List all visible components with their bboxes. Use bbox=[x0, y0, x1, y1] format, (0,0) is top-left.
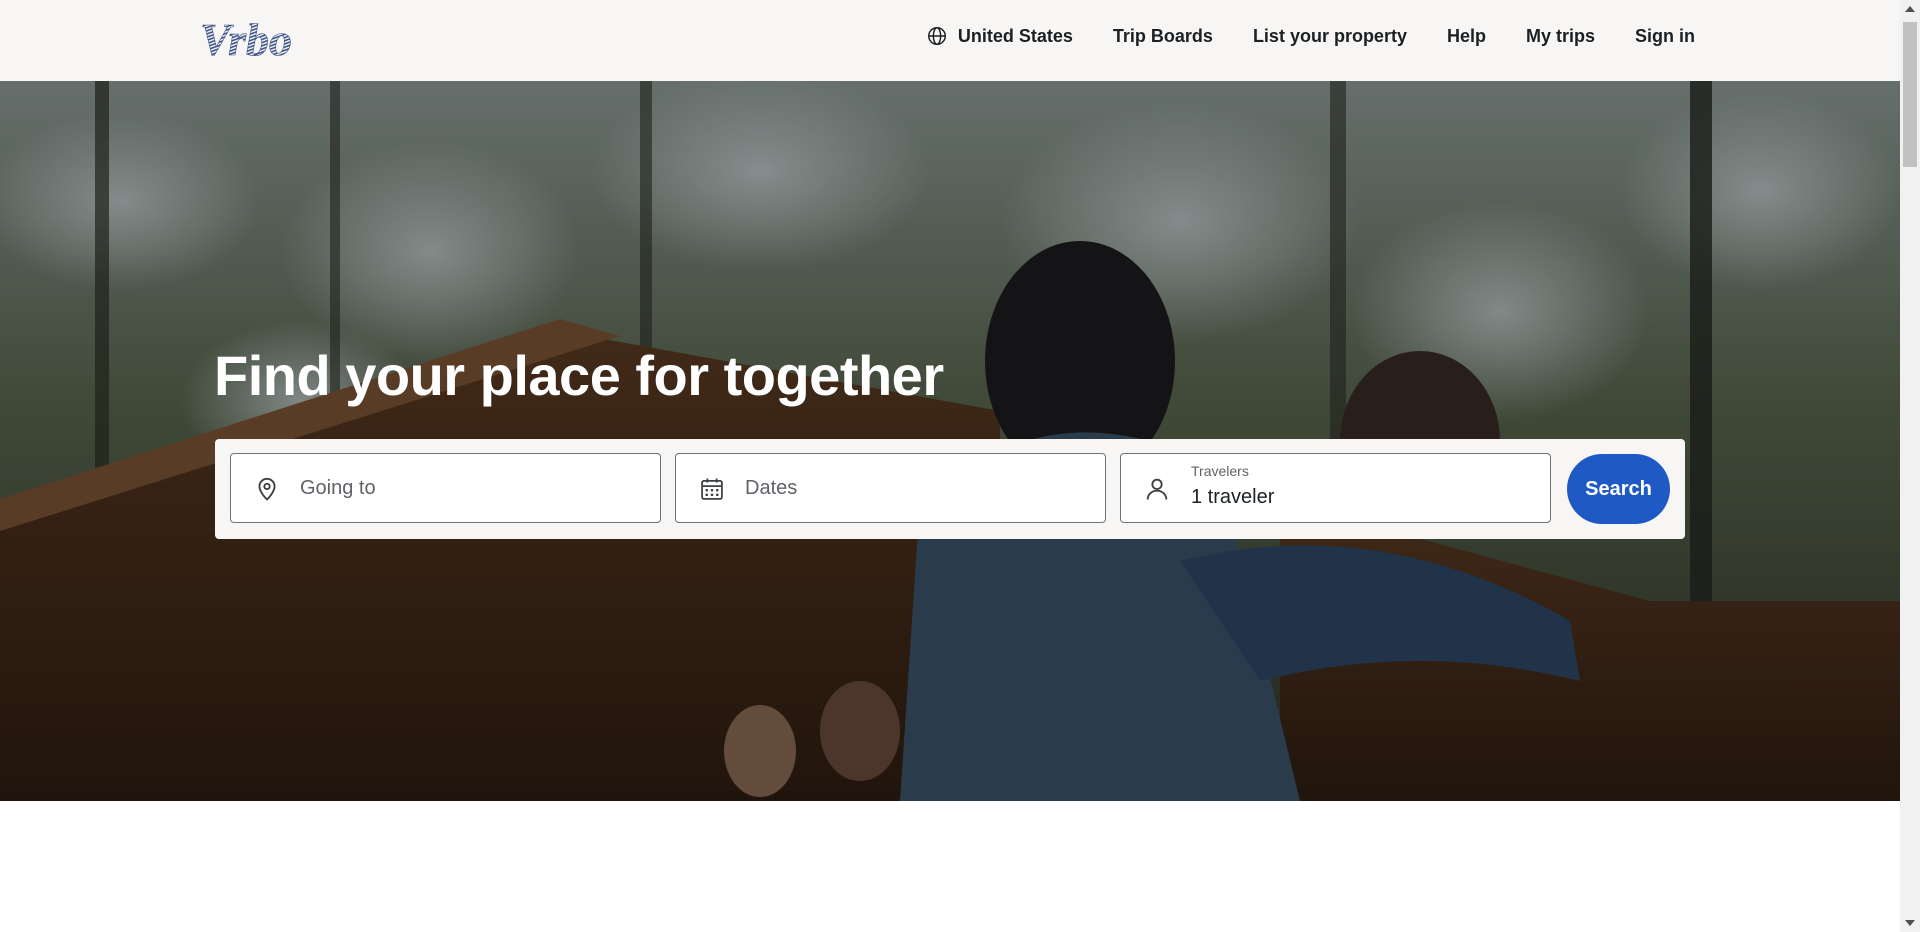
main-nav: United States Trip Boards List your prop… bbox=[926, 0, 1695, 72]
destination-placeholder: Going to bbox=[300, 477, 376, 499]
hero-section: Find your place for together Going to Da… bbox=[0, 81, 1900, 801]
nav-item-label: Sign in bbox=[1635, 25, 1695, 46]
scroll-down-arrow-icon[interactable] bbox=[1905, 920, 1915, 926]
nav-item-trip-boards[interactable]: Trip Boards bbox=[1113, 26, 1213, 47]
person-icon bbox=[1146, 478, 1168, 500]
travelers-value: 1 traveler bbox=[1191, 486, 1275, 508]
location-pin-icon bbox=[258, 477, 276, 501]
page: Vrbo United States Trip Boards List your… bbox=[0, 0, 1900, 932]
content-area bbox=[0, 801, 1900, 932]
dates-field[interactable]: Dates bbox=[675, 453, 1106, 523]
travelers-field[interactable]: Travelers 1 traveler bbox=[1120, 453, 1551, 523]
globe-icon bbox=[927, 27, 946, 45]
scroll-up-arrow-icon[interactable] bbox=[1905, 6, 1915, 12]
search-button[interactable]: Search bbox=[1567, 454, 1670, 524]
search-form: Going to Dates Travelers 1 traveler Sear… bbox=[215, 439, 1685, 539]
nav-item-list-property[interactable]: List your property bbox=[1253, 26, 1407, 47]
destination-field[interactable]: Going to bbox=[230, 453, 661, 523]
travelers-label: Travelers bbox=[1191, 463, 1249, 479]
nav-item-label: List your property bbox=[1252, 25, 1407, 46]
nav-item-sign-in[interactable]: Sign in bbox=[1635, 26, 1695, 47]
page-scrollbar[interactable] bbox=[1900, 0, 1920, 932]
hero-title: Find your place for together bbox=[214, 344, 944, 407]
nav-item-label: United States bbox=[957, 25, 1073, 46]
nav-item-label: My trips bbox=[1525, 25, 1595, 46]
dates-placeholder: Dates bbox=[745, 477, 798, 499]
nav-item-help[interactable]: Help bbox=[1447, 26, 1486, 47]
nav-item-my-trips[interactable]: My trips bbox=[1526, 26, 1595, 47]
site-header: Vrbo United States Trip Boards List your… bbox=[0, 0, 1900, 81]
nav-item-region[interactable]: United States bbox=[926, 25, 1073, 47]
scroll-thumb[interactable] bbox=[1903, 22, 1917, 167]
calendar-icon bbox=[701, 478, 723, 500]
vrbo-logo[interactable]: Vrbo bbox=[198, 14, 324, 62]
nav-item-label: Help bbox=[1446, 25, 1486, 46]
nav-item-label: Trip Boards bbox=[1112, 25, 1213, 46]
svg-text:Vrbo: Vrbo bbox=[200, 14, 292, 62]
